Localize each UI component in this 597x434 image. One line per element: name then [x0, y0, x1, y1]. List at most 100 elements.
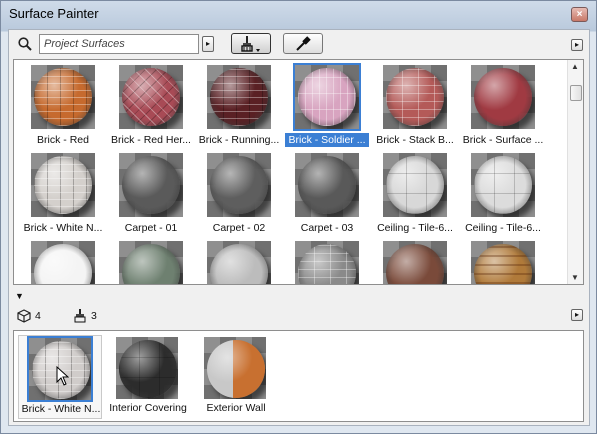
surface-swatch	[383, 241, 447, 284]
panel-menu-button[interactable]: ▸	[571, 39, 583, 51]
chevron-right-icon: ▸	[205, 39, 210, 48]
painted-count-value: 3	[91, 310, 97, 322]
surface-tile[interactable]: Carpet - 03	[285, 151, 369, 239]
surface-swatch	[204, 337, 266, 399]
surface-swatch	[31, 153, 95, 217]
surface-swatch	[119, 241, 183, 284]
material-sphere	[386, 68, 444, 126]
surface-label: Brick - Red	[37, 134, 89, 146]
surface-tile[interactable]	[373, 239, 457, 284]
material-sphere	[34, 68, 92, 126]
material-sphere	[122, 68, 180, 126]
surface-tile[interactable]: Brick - Running...	[197, 63, 281, 151]
surface-swatch	[31, 65, 95, 129]
paint-tool-button[interactable]	[231, 33, 271, 54]
applied-surface-tile[interactable]: Exterior Wall	[194, 335, 278, 419]
paint-brush-icon	[74, 309, 86, 323]
surface-swatch	[295, 241, 359, 284]
surface-label: Brick - Surface ...	[462, 134, 544, 146]
surface-label: Brick - Soldier ...	[285, 133, 369, 147]
model-count: 4	[17, 309, 41, 323]
search-icon[interactable]	[17, 36, 33, 52]
surface-tile[interactable]: Brick - Surface ...	[461, 63, 545, 151]
surface-swatch	[116, 337, 178, 399]
model-count-value: 4	[35, 310, 41, 322]
surface-swatch	[207, 65, 271, 129]
scroll-down-icon[interactable]: ▼	[571, 273, 579, 282]
surface-tile[interactable]	[461, 239, 545, 284]
surface-painter-window: Surface Painter × ▸	[0, 0, 597, 434]
material-sphere	[122, 156, 180, 214]
material-sphere	[210, 68, 268, 126]
surface-swatch	[471, 241, 535, 284]
surface-swatch	[295, 153, 359, 217]
surface-tile[interactable]	[197, 239, 281, 284]
surface-grid: Brick - Red Brick - Red Her... Brick - Run…	[13, 59, 584, 285]
applied-surfaces-panel: Brick - White N... Interior Covering Exter…	[13, 330, 584, 422]
material-sphere	[207, 340, 265, 398]
painted-count: 3	[73, 309, 97, 323]
material-sphere	[386, 156, 444, 214]
close-button[interactable]: ×	[571, 7, 588, 22]
surface-swatch	[31, 241, 95, 284]
surface-label: Ceiling - Tile-6...	[377, 222, 453, 234]
eyedropper-button[interactable]	[283, 33, 323, 54]
toolbar: ▸ ▸	[9, 30, 589, 58]
search-options-button[interactable]: ▸	[202, 36, 214, 52]
applied-counts-bar: 4 3 ▸	[9, 306, 589, 328]
vertical-scrollbar[interactable]: ▲ ▼	[567, 60, 583, 284]
surface-tile[interactable]	[109, 239, 193, 284]
window-title: Surface Painter	[9, 6, 99, 21]
applied-surface-label: Exterior Wall	[206, 402, 266, 414]
search-input[interactable]	[39, 34, 199, 54]
applied-menu-button[interactable]: ▸	[571, 309, 583, 321]
material-sphere	[474, 68, 532, 126]
surface-swatch	[207, 241, 271, 284]
surface-swatch	[119, 153, 183, 217]
paint-brush-icon	[241, 35, 260, 52]
surface-tile[interactable]: Brick - Soldier ...	[285, 63, 369, 151]
surface-tile[interactable]: Brick - Red Her...	[109, 63, 193, 151]
applied-surface-tile[interactable]: Interior Covering	[106, 335, 190, 419]
surface-swatch	[471, 153, 535, 217]
close-icon: ×	[576, 9, 583, 20]
material-sphere	[474, 156, 532, 214]
surface-tile[interactable]: Carpet - 01	[109, 151, 193, 239]
surface-tile[interactable]: Brick - Stack B...	[373, 63, 457, 151]
surface-label: Carpet - 01	[124, 222, 178, 234]
surface-tile[interactable]: Ceiling - Tile-6...	[373, 151, 457, 239]
eyedropper-icon	[296, 35, 311, 51]
scroll-up-icon[interactable]: ▲	[571, 62, 579, 71]
surface-swatch	[119, 65, 183, 129]
applied-surface-label: Brick - White N...	[21, 403, 101, 415]
surface-tile[interactable]: Brick - Red	[21, 63, 105, 151]
surface-tile[interactable]: Carpet - 02	[197, 151, 281, 239]
material-sphere	[119, 340, 177, 398]
surface-swatch	[383, 65, 447, 129]
surface-label: Ceiling - Tile-6...	[465, 222, 541, 234]
surface-tile[interactable]: Brick - White N...	[21, 151, 105, 239]
surface-label: Brick - Red Her...	[111, 134, 191, 146]
palette-body: ▸ ▸ Brick - RedBrick - Red Her...Br	[8, 29, 590, 426]
surface-label: Carpet - 02	[212, 222, 266, 234]
surface-label: Carpet - 03	[300, 222, 354, 234]
surface-tile[interactable]	[285, 239, 369, 284]
surface-tile[interactable]: Ceiling - Tile-6...	[461, 151, 545, 239]
panel-divider[interactable]: ▼	[9, 289, 589, 303]
material-sphere	[298, 68, 356, 126]
material-sphere	[34, 156, 92, 214]
title-bar[interactable]: Surface Painter ×	[1, 1, 596, 27]
scroll-thumb[interactable]	[570, 85, 582, 101]
surface-swatch	[471, 65, 535, 129]
surface-label: Brick - White N...	[23, 222, 103, 234]
surface-tile[interactable]	[21, 239, 105, 284]
collapse-arrow-icon[interactable]: ▼	[15, 291, 24, 301]
material-sphere	[298, 156, 356, 214]
material-sphere	[210, 156, 268, 214]
surface-swatch	[207, 153, 271, 217]
mouse-cursor-icon	[56, 366, 70, 386]
surface-label: Brick - Stack B...	[376, 134, 454, 146]
surface-swatch	[383, 153, 447, 217]
cube-icon	[17, 309, 31, 323]
chevron-right-icon: ▸	[574, 40, 579, 49]
